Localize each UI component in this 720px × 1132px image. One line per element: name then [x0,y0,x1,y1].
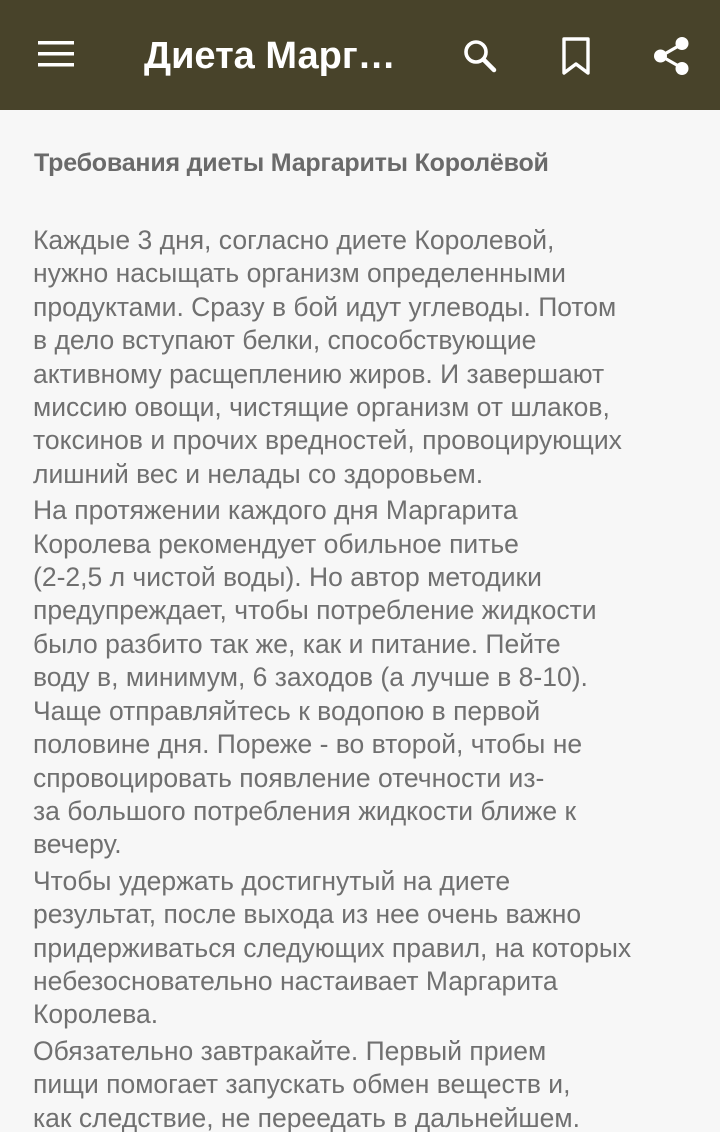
search-button[interactable] [454,30,506,82]
hamburger-menu-icon [38,41,74,67]
paragraph: На протяжении каждого дня Маргарита Коро… [33,494,693,861]
text-line: активному расщеплению жиров. И завершают [33,358,605,389]
text-line: спровоцировать появление отечности из- [33,762,545,793]
share-icon [654,37,689,75]
text-line: миссию овощи, чистящие организм от шлако… [33,392,610,423]
text-line: Королева. [33,999,159,1030]
text-line: токсинов и прочих вредностей, провоцирую… [33,425,622,456]
text-line: На протяжении каждого дня Маргарита [33,495,518,526]
text-line: Каждые 3 дня, согласно диете Королевой, [33,225,555,255]
paragraph: Каждые 3 дня, согласно диете Королевой, … [33,224,693,491]
text-line: Чаще отправляйтесь к водопою в первой [33,695,541,726]
bookmark-button[interactable] [550,30,602,82]
text-line: как следствие, не переедать в дальнейшем… [33,1102,580,1132]
text-line: за большого потребления жидкости ближе к [33,795,577,826]
text-line: Обязательно завтракайте. Первый прием [33,1035,547,1066]
share-button[interactable] [646,30,698,82]
article-heading: Требования диеты Маргариты Королёвой [34,149,549,177]
text-line: половине дня. Пореже - во второй, чтобы … [33,729,583,760]
text-line: вечеру. [33,829,122,860]
app-bar: Диета Маргаритты Королёвой [0,0,720,110]
text-line: Королева рекомендует обильное питье [33,528,519,559]
app-title: Диета Маргаритты Королёвой [144,35,414,77]
text-line: небезосновательно настаивает Маргарита [33,965,558,996]
text-line: придерживаться следующих правил, на кото… [33,932,632,963]
text-line: (2-2,5 л чистой воды). Но автор методики [33,562,542,593]
paragraph: Обязательно завтракайте. Первый прием пи… [33,1035,693,1132]
paragraph: Чтобы удержать достигнутый на диете резу… [33,865,693,1032]
text-line: нужно насыщать организм определенными [33,258,566,289]
text-line: воду в, минимум, 6 заходов (а лучше в 8-… [33,662,588,693]
text-line: результат, после выхода из нее очень важ… [33,899,582,930]
text-line: предупреждает, чтобы потребление жидкост… [33,595,597,626]
text-line: лишний вес и нелады со здоровьем. [33,458,484,489]
bookmark-icon [562,37,590,75]
text-line: продуктами. Сразу в бой идут углеводы. П… [33,291,617,322]
text-line: пищи помогает запускать обмен веществ и, [33,1069,571,1100]
article-body: Каждые 3 дня, согласно диете Королевой, … [33,224,693,1132]
article-content[interactable]: Требования диеты Маргариты Королёвой Каж… [0,110,720,1132]
text-line: Чтобы удержать достигнутый на диете [33,865,511,896]
text-line: в дело вступают белки, способствующие [33,325,537,356]
text-line: было разбито так же, как и питание. Пейт… [33,628,561,659]
search-icon [464,40,497,73]
menu-button[interactable] [28,28,84,80]
